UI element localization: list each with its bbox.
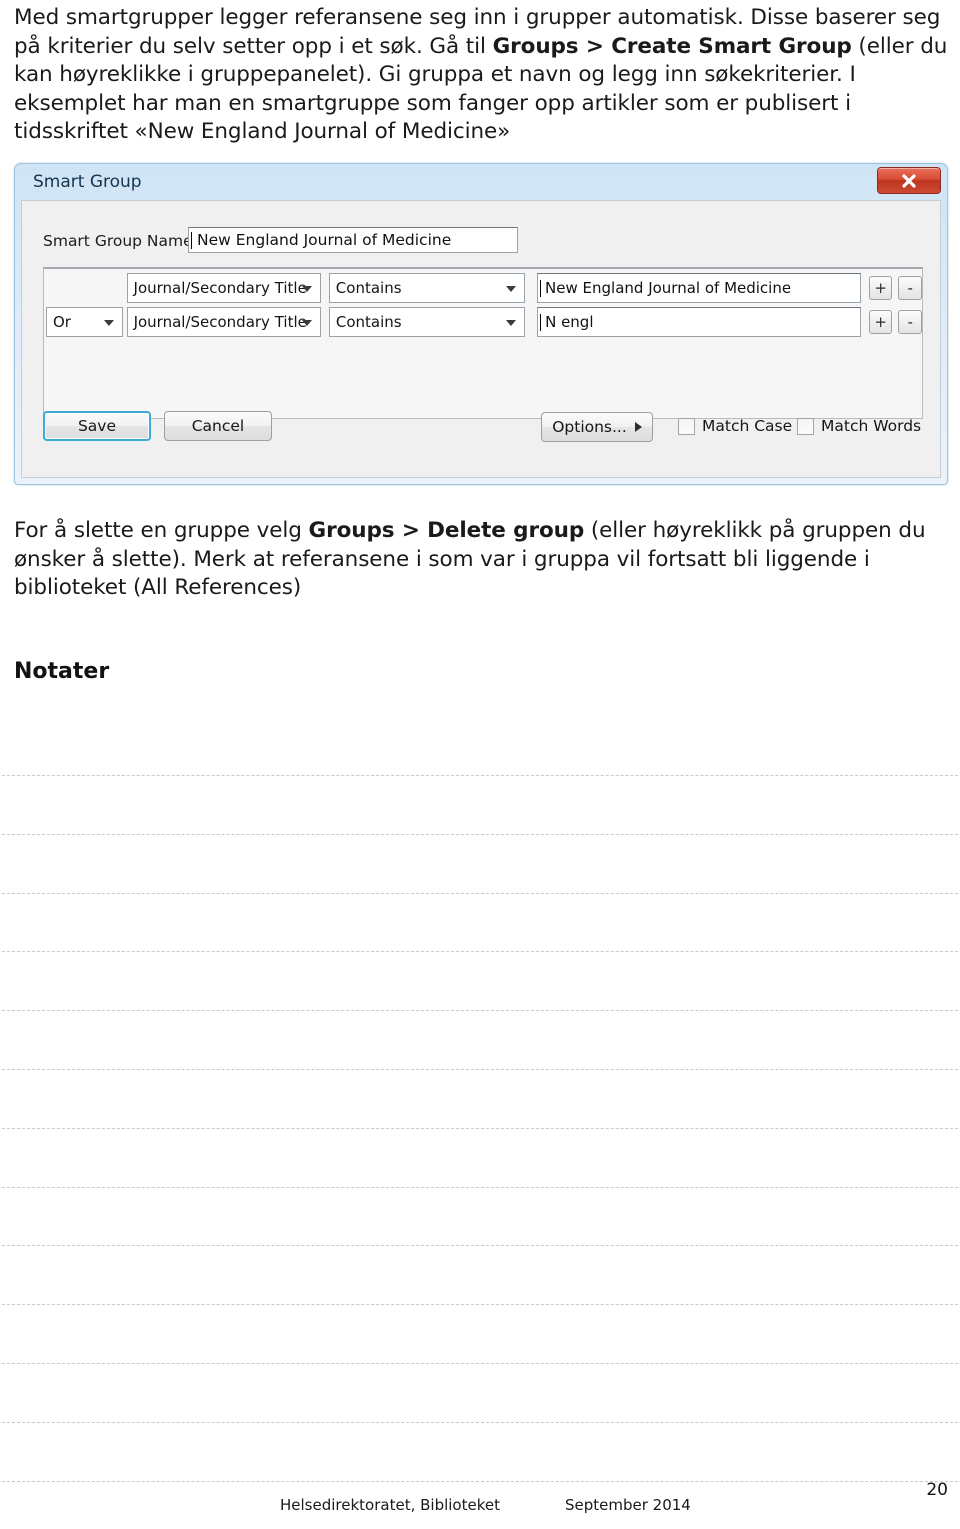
smart-group-name-value: New England Journal of Medicine [197, 231, 452, 249]
match-words-checkbox[interactable]: Match Words [797, 417, 921, 435]
checkbox-box[interactable] [678, 417, 695, 435]
note-line [2, 833, 958, 835]
criteria-field-value: Journal/Secondary Title [133, 313, 307, 331]
match-case-checkbox[interactable]: Match Case [678, 417, 792, 435]
criteria-operator-value: Contains [335, 279, 402, 297]
notes-heading: Notater [14, 659, 110, 684]
dialog-bottom-bar: Save Cancel Options... Match Case Match … [22, 403, 940, 477]
add-criteria-button[interactable]: + [868, 276, 893, 300]
chevron-down-icon [301, 286, 312, 292]
criteria-row: Journal/Secondary Title Contains New Eng… [44, 273, 922, 303]
criteria-conjunction-value: Or [53, 313, 71, 331]
smart-group-name-label: Smart Group Name: [43, 232, 198, 250]
criteria-value-text: N engl [545, 313, 594, 331]
intro-menu-path: Groups > Create Smart Group [492, 33, 852, 59]
note-line [2, 775, 958, 776]
footer-organization: Helsedirektoratet, Biblioteket [280, 1496, 500, 1514]
match-words-label: Match Words [821, 417, 922, 435]
document-page: Med smartgrupper legger referansene seg … [0, 0, 960, 1529]
note-line [2, 1363, 958, 1364]
save-button[interactable]: Save [43, 411, 151, 441]
criteria-row: Or Journal/Secondary Title Contains N en… [44, 307, 922, 337]
criteria-field-select[interactable]: Journal/Secondary Title [126, 307, 321, 337]
dialog-titlebar: Smart Group [15, 164, 947, 202]
chevron-down-icon [506, 286, 517, 292]
dialog-body: Smart Group Name: New England Journal of… [21, 200, 941, 478]
criteria-operator-value: Contains [335, 313, 402, 331]
delete-group-paragraph: For å slette en gruppe velg Groups > Del… [14, 517, 948, 603]
note-line [2, 1186, 958, 1188]
close-icon[interactable] [877, 167, 941, 194]
delete-text-part1: For å slette en gruppe velg [14, 518, 309, 543]
smart-group-dialog: Smart Group Smart Group Name: New Englan… [14, 163, 948, 485]
criteria-field-value: Journal/Secondary Title [133, 279, 307, 297]
chevron-down-icon [103, 320, 114, 326]
chevron-right-icon [634, 422, 642, 432]
footer-date: September 2014 [565, 1496, 691, 1514]
note-line [2, 892, 958, 894]
dialog-title: Smart Group [33, 172, 142, 192]
remove-criteria-button[interactable]: - [898, 310, 922, 334]
note-line [2, 1127, 958, 1129]
cancel-button[interactable]: Cancel [164, 411, 272, 441]
chevron-down-icon [506, 320, 517, 326]
chevron-down-icon [301, 320, 312, 326]
match-case-label: Match Case [702, 417, 793, 435]
criteria-conjunction-placeholder [46, 275, 123, 301]
note-line [2, 1069, 958, 1070]
options-button[interactable]: Options... [541, 412, 653, 442]
smart-group-name-input[interactable]: New England Journal of Medicine [188, 227, 518, 253]
criteria-panel: Journal/Secondary Title Contains New Eng… [43, 267, 923, 419]
criteria-operator-select[interactable]: Contains [328, 307, 526, 337]
criteria-operator-select[interactable]: Contains [328, 273, 526, 303]
page-footer: Helsedirektoratet, Biblioteket September… [0, 1496, 960, 1526]
add-criteria-button[interactable]: + [868, 310, 893, 334]
note-line [2, 1245, 958, 1247]
criteria-field-select[interactable]: Journal/Secondary Title [126, 273, 321, 303]
checkbox-box[interactable] [797, 417, 814, 435]
criteria-value-text: New England Journal of Medicine [545, 279, 792, 297]
delete-menu-path: Groups > Delete group [308, 518, 585, 543]
criteria-value-input[interactable]: New England Journal of Medicine [537, 273, 861, 303]
note-line [2, 1304, 958, 1306]
remove-criteria-button[interactable]: - [898, 276, 922, 300]
note-line [2, 1010, 958, 1012]
note-line [2, 951, 958, 953]
note-line [2, 1421, 958, 1423]
criteria-value-input[interactable]: N engl [537, 307, 861, 337]
options-button-label: Options... [552, 418, 627, 436]
intro-paragraph: Med smartgrupper legger referansene seg … [14, 4, 948, 147]
smart-group-name-row: Smart Group Name: New England Journal of… [22, 227, 940, 257]
criteria-conjunction-select[interactable]: Or [46, 307, 123, 337]
